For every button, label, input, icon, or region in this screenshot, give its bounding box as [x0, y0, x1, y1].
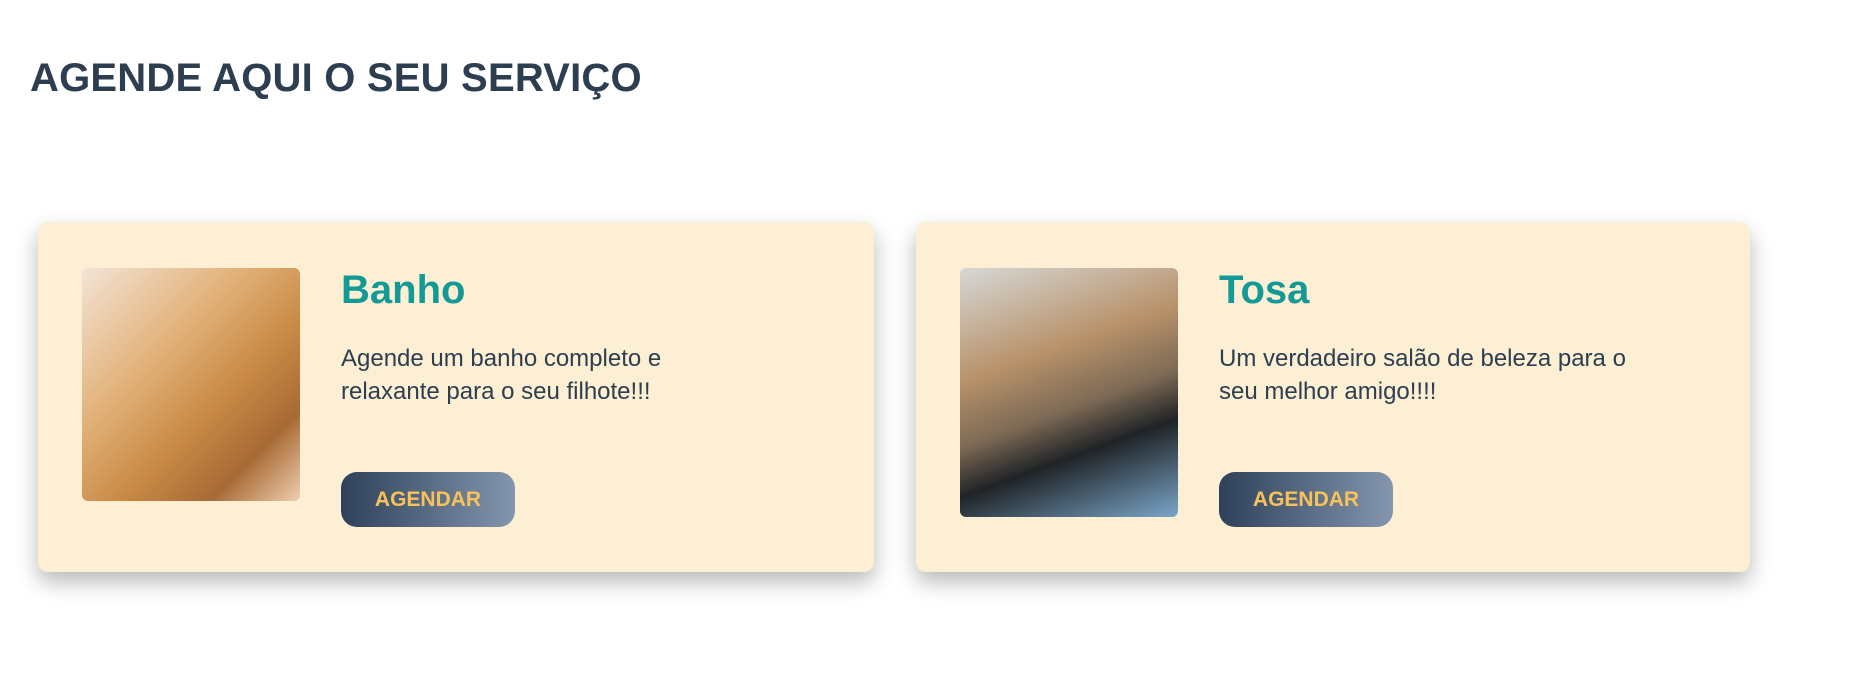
- service-title: Banho: [341, 268, 466, 312]
- agendar-banho-button[interactable]: AGENDAR: [341, 472, 515, 527]
- dog-bath-photo: [82, 268, 300, 501]
- agendar-tosa-button[interactable]: AGENDAR: [1219, 472, 1393, 527]
- service-title: Tosa: [1219, 268, 1310, 312]
- service-description: Agende um banho completo e relaxante par…: [341, 345, 662, 405]
- service-description: Um verdadeiro salão de beleza para o seu…: [1219, 345, 1626, 405]
- service-card-tosa: Tosa Um verdadeiro salão de beleza para …: [916, 222, 1750, 572]
- service-card-banho: Banho Agende um banho completo e relaxan…: [38, 222, 874, 572]
- dog-grooming-photo: [960, 268, 1178, 517]
- page-title: AGENDE AQUI O SEU SERVIÇO: [30, 56, 642, 100]
